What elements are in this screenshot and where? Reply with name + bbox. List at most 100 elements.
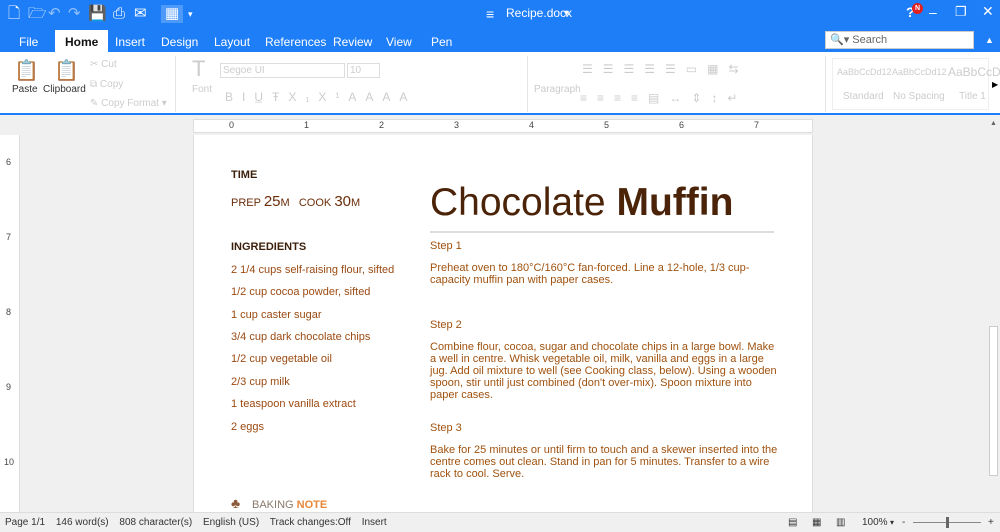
ruler-tick: 1 (304, 120, 310, 130)
prep-unit: M (280, 197, 290, 209)
note-label: NOTE (296, 499, 328, 511)
title-divider (430, 231, 774, 233)
paste-button[interactable]: Paste (12, 84, 38, 95)
tab-review[interactable]: Review (323, 33, 382, 52)
step-title: Step 2 (430, 319, 462, 331)
ingredients-heading: INGREDIENTS (231, 241, 307, 253)
paste-icon: 📋 (14, 60, 39, 82)
character-count[interactable]: 808 character(s) (119, 517, 192, 528)
ingredient-item: 2/3 cup milk (231, 376, 290, 388)
ingredient-item: 1/2 cup cocoa powder, sifted (231, 286, 371, 298)
undo-icon[interactable]: ↶ (48, 5, 61, 23)
step-title: Step 1 (430, 240, 462, 252)
paragraph-group-label: Paragraph (534, 84, 581, 95)
web-layout-icon[interactable]: ▦ (812, 513, 821, 532)
search-input[interactable]: 🔍▾ Search (825, 31, 974, 49)
zoom-in-icon[interactable]: + (988, 513, 994, 532)
print-icon[interactable]: ⎙ (113, 5, 125, 23)
style-preview[interactable]: AaBbCcDd12 (892, 67, 947, 77)
cut-button[interactable]: ✂ Cut (90, 59, 117, 70)
menu-icon[interactable]: ≡ (486, 6, 494, 22)
font-group-label: Font (192, 84, 213, 95)
ribbon: 📋 Paste 📋 Clipboard ✂ Cut ⧉ Copy ✎ Copy … (0, 52, 1000, 115)
zoom-out-icon[interactable]: - (902, 513, 905, 532)
title-bold: Muffin (616, 181, 734, 224)
horizontal-ruler[interactable]: 0 1 2 3 4 5 6 7 (193, 119, 813, 133)
copy-format-button[interactable]: ✎ Copy Format ▾ (90, 98, 167, 109)
ruler-tick: 6 (679, 120, 685, 130)
scroll-up-icon[interactable]: ▲ (990, 120, 997, 127)
status-bar: Page 1/1 146 word(s) 808 character(s) En… (0, 512, 1000, 531)
align-buttons[interactable]: ≡≡≡≡▤↔⇕↕↵ (580, 91, 747, 105)
new-document-icon[interactable]: 🗋 (8, 5, 20, 23)
close-icon[interactable]: ✕ (982, 3, 994, 20)
font-name-select[interactable]: Segoe UI (220, 63, 345, 78)
customize-dropdown-icon[interactable]: ▾ (188, 5, 193, 23)
baking-note-heading: BAKING NOTE (252, 499, 327, 511)
clipboard-button[interactable]: Clipboard (43, 84, 86, 95)
redo-icon[interactable]: ↷ (68, 5, 81, 23)
ingredient-item: 1 cup caster sugar (231, 309, 322, 321)
step-text: Preheat oven to 180°C/160°C fan-forced. … (430, 262, 750, 286)
ruler-tick: 8 (6, 307, 12, 317)
tab-file[interactable]: File (9, 33, 48, 52)
style-preview[interactable]: AaBbCcDd12 (837, 67, 892, 77)
tab-design[interactable]: Design (151, 33, 208, 52)
ruler-tick: 0 (229, 120, 235, 130)
title-dropdown-icon[interactable]: ▼ (562, 8, 571, 18)
track-changes[interactable]: Track changes:Off (270, 517, 351, 528)
layout-icon[interactable]: ▦ (161, 5, 184, 23)
collapse-ribbon-icon[interactable]: ▲ (985, 35, 994, 45)
document-page[interactable]: TIME PREP 25M COOK 30M Chocolate Muffin … (193, 135, 813, 512)
search-icon: 🔍▾ (830, 34, 853, 46)
styles-gallery[interactable]: AaBbCcDd12 Standard AaBbCcDd12 No Spacin… (832, 58, 1000, 110)
tab-insert[interactable]: Insert (105, 33, 155, 52)
ruler-tick: 2 (379, 120, 385, 130)
page-count: Page 1/1 (5, 517, 46, 528)
style-title-1[interactable]: Title 1 (959, 91, 986, 102)
word-count[interactable]: 146 word(s) (56, 517, 109, 528)
style-no-spacing[interactable]: No Spacing (893, 91, 945, 102)
minimize-icon[interactable]: – (929, 4, 937, 20)
restore-icon[interactable]: ❐ (955, 4, 967, 20)
language[interactable]: English (US) (203, 517, 259, 528)
prep-value: 25 (263, 193, 281, 210)
zoom-slider-handle[interactable] (946, 517, 949, 528)
ruler-tick: 5 (604, 120, 610, 130)
ingredient-item: 1/2 cup vegetable oil (231, 353, 332, 365)
styles-more-icon[interactable]: ▶ (992, 80, 998, 89)
ruler-tick: 7 (6, 232, 12, 242)
style-standard[interactable]: Standard (843, 91, 884, 102)
cook-value: 30 (334, 193, 352, 210)
recipe-title: Chocolate Muffin (430, 181, 733, 225)
font-icon: T (192, 56, 206, 81)
copy-button[interactable]: ⧉ Copy (90, 79, 123, 90)
style-preview[interactable]: AaBbCcD (948, 65, 1000, 79)
read-mode-icon[interactable]: ▥ (836, 513, 845, 532)
vertical-scrollbar[interactable]: ▲ (987, 118, 1000, 512)
title-light: Chocolate (430, 181, 606, 224)
font-size-select[interactable]: 10 (347, 63, 380, 78)
ingredient-item: 3/4 cup dark chocolate chips (231, 331, 371, 343)
print-layout-icon[interactable]: ▤ (788, 513, 797, 532)
tab-home[interactable]: Home (55, 30, 109, 52)
chef-hat-icon: ♣ (231, 495, 241, 511)
tab-pen[interactable]: Pen (421, 33, 462, 52)
notification-badge[interactable]: N (912, 3, 923, 14)
ruler-tick: 7 (754, 120, 760, 130)
baking-label: BAKING (252, 499, 294, 511)
ingredient-item: 1 teaspoon vanilla extract (231, 398, 356, 410)
tab-layout[interactable]: Layout (204, 33, 260, 52)
scrollbar-thumb[interactable] (989, 326, 998, 476)
save-icon[interactable]: 💾 (88, 5, 107, 23)
insert-mode[interactable]: Insert (362, 517, 387, 528)
open-folder-icon[interactable]: 🗁 (28, 5, 47, 23)
zoom-dropdown-icon[interactable]: ▾ (890, 513, 894, 532)
mail-icon[interactable]: ✉ (134, 5, 147, 23)
vertical-ruler[interactable]: 6 7 8 9 10 (0, 135, 20, 512)
font-format-buttons[interactable]: BIU̲ŦX₁X¹AAAA (225, 90, 416, 104)
zoom-level[interactable]: 100% (862, 513, 888, 532)
tab-view[interactable]: View (376, 33, 422, 52)
list-buttons[interactable]: ☰☰☰☰☰▭▦⇆ (582, 62, 749, 76)
ruler-tick: 9 (6, 382, 12, 392)
